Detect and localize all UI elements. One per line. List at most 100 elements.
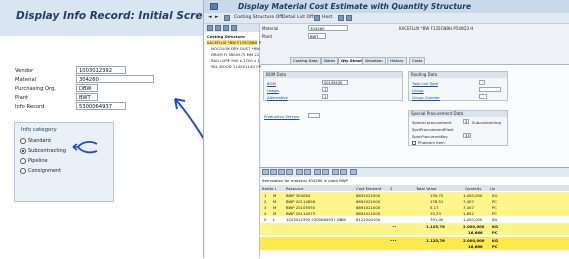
plant-label: Plant xyxy=(15,95,29,101)
info-record-label: Info Record xyxy=(15,104,45,110)
group-counter-field xyxy=(479,94,487,99)
host-button[interactable]: Host xyxy=(322,15,332,20)
cell-un: KG xyxy=(492,217,498,222)
radio-pipeline-label: Pipeline xyxy=(28,158,48,164)
alternative-label[interactable]: Alternative xyxy=(267,95,288,100)
sort-desc-icon[interactable] xyxy=(278,169,285,175)
subtotal-unit-kg: KG xyxy=(492,224,499,229)
radio-standard-label: Standard xyxy=(28,138,51,144)
find-icon[interactable] xyxy=(286,169,293,175)
special-procurement-text: Subcontracting xyxy=(472,120,501,125)
grand-total-sigma: ••• xyxy=(390,238,397,243)
tab-valuation[interactable]: Valuation xyxy=(362,57,386,64)
group-counter-label[interactable]: Group Counter xyxy=(412,95,440,100)
radio-subcontracting[interactable] xyxy=(20,148,26,154)
title-bar: Display Material Cost Estimate with Quan… xyxy=(204,0,569,13)
tree-item[interactable]: DRUM FI 560X575 MM 22 xyxy=(211,52,259,57)
col-quantity[interactable]: Quantity xyxy=(465,186,481,191)
phantom-item-label: Phantom item xyxy=(418,140,445,145)
grand-total-value: 1.125,76 xyxy=(426,238,445,243)
spec-proc-key-label: SpecProcurmntKey xyxy=(412,134,448,139)
plant-label: Plant xyxy=(262,34,273,39)
save-icon[interactable] xyxy=(338,15,344,21)
purchasing-org-label: Purchasing Org. xyxy=(15,86,57,92)
group-label[interactable]: Group xyxy=(412,88,424,93)
detail-list-off-button[interactable]: Detail List Off xyxy=(282,15,313,20)
layout-icon[interactable] xyxy=(340,169,347,175)
material-field: 304260 xyxy=(308,25,348,31)
material-label: Material xyxy=(262,26,279,31)
col-cost-element[interactable]: Cost Element xyxy=(356,186,381,191)
grand-total-qty-kg: 2.000,000 xyxy=(463,238,485,243)
routing-data-panel: Routing Data Task List Type Group Group … xyxy=(408,71,508,101)
tree-item[interactable]: PAL WOOD 1140X1140 CP xyxy=(211,64,261,69)
tab-costing-data[interactable]: Costing Data xyxy=(290,57,321,64)
chart-icon[interactable] xyxy=(350,169,357,175)
radio-consignment[interactable] xyxy=(20,168,26,174)
col-resource[interactable]: Resource xyxy=(286,186,303,191)
alternative-field: 1 xyxy=(322,94,328,99)
tab-history[interactable]: History xyxy=(387,57,407,64)
display-icon[interactable] xyxy=(224,15,230,21)
table-row[interactable]: 5 L 1003012392 5300064937 DBW 6122000100… xyxy=(260,216,569,222)
material-description: KACEFLUX *BW F135CNBH P540Q3 H xyxy=(399,26,474,31)
subtotal-icon[interactable] xyxy=(314,169,321,175)
plant-field: BWT xyxy=(308,33,326,39)
details-icon[interactable] xyxy=(262,169,269,175)
radio-standard[interactable] xyxy=(20,138,26,144)
vendor-field[interactable]: 1003012392 xyxy=(76,66,126,74)
export-icon[interactable] xyxy=(332,169,339,175)
col-i[interactable]: I xyxy=(275,186,276,191)
phantom-item-checkbox[interactable] xyxy=(412,141,416,145)
task-list-type-label[interactable]: Task List Type xyxy=(412,81,438,86)
subtotal-value: 1.125,76 xyxy=(426,224,445,229)
expand-icon[interactable] xyxy=(207,25,213,31)
tree-item[interactable]: NOCOLOK DRY DUST *BW xyxy=(211,46,260,51)
cell-itmno: 5 xyxy=(264,217,267,222)
forward-icon[interactable]: ► xyxy=(215,15,219,20)
special-procurement-panel: Special Procurement Data Special procure… xyxy=(408,110,508,146)
vendor-label: Vendor xyxy=(15,68,34,74)
col-itmno[interactable]: ItmNo xyxy=(262,186,273,191)
sort-asc-icon[interactable] xyxy=(270,169,277,175)
sum-icon[interactable] xyxy=(304,169,311,175)
special-procurement-title: Special Procurement Data xyxy=(409,111,507,117)
material-label: Material xyxy=(15,77,37,83)
grand-total-row: ••• 1.125,76 2.000,000 KG 16,666 PC xyxy=(260,237,569,250)
col-sigma[interactable]: Σ xyxy=(390,186,392,191)
back-icon[interactable]: ◄ xyxy=(208,15,212,20)
cell-i: L xyxy=(273,217,276,222)
filter-icon[interactable] xyxy=(296,169,303,175)
radio-pipeline[interactable] xyxy=(20,158,26,164)
window-title: Display Material Cost Estimate with Quan… xyxy=(238,2,472,11)
application-toolbar: ◄ ► Costing Structure Off Detail List Of… xyxy=(204,13,569,24)
info-record-field[interactable]: 5300064937 xyxy=(76,102,126,110)
costing-structure-off-button[interactable]: Costing Structure Off xyxy=(234,15,282,20)
col-total-value[interactable]: Total Value xyxy=(416,186,437,191)
print-icon[interactable] xyxy=(346,15,352,21)
print-icon[interactable] xyxy=(322,169,329,175)
tab-dates[interactable]: Dates xyxy=(321,57,339,64)
purchasing-org-field[interactable]: DBW xyxy=(76,84,98,92)
filter-icon[interactable] xyxy=(231,25,237,31)
itemization-toolbar xyxy=(260,168,569,177)
host-icon[interactable] xyxy=(314,15,320,21)
col-un[interactable]: Un xyxy=(490,186,495,191)
window-title: Display Info Record: Initial Screen xyxy=(16,10,218,22)
sap-logo-icon xyxy=(210,3,218,10)
find-icon[interactable] xyxy=(223,25,229,31)
tab-costs[interactable]: Costs xyxy=(409,57,426,64)
itemization-header: ItmNo I Resource Cost Element Σ Total Va… xyxy=(260,185,569,191)
task-list-type-field xyxy=(479,80,485,85)
subtotal-sigma: •• xyxy=(392,224,397,229)
collapse-icon[interactable] xyxy=(215,25,221,31)
title-bar: Display Info Record: Initial Screen xyxy=(0,0,217,36)
tree-item-root[interactable]: KACEFLUX *BW F135CNBH P xyxy=(207,40,261,45)
bom-label[interactable]: BOM xyxy=(267,81,276,86)
production-version-label[interactable]: Production Version xyxy=(264,114,299,119)
material-field[interactable]: 304260 xyxy=(76,75,154,83)
tree-item[interactable]: BAG LDPE 900 x 1700 x 1 xyxy=(211,58,260,63)
usage-label[interactable]: Usage xyxy=(267,88,279,93)
plant-field[interactable]: BWT xyxy=(76,93,98,101)
bom-field: 00139435 xyxy=(322,80,348,85)
